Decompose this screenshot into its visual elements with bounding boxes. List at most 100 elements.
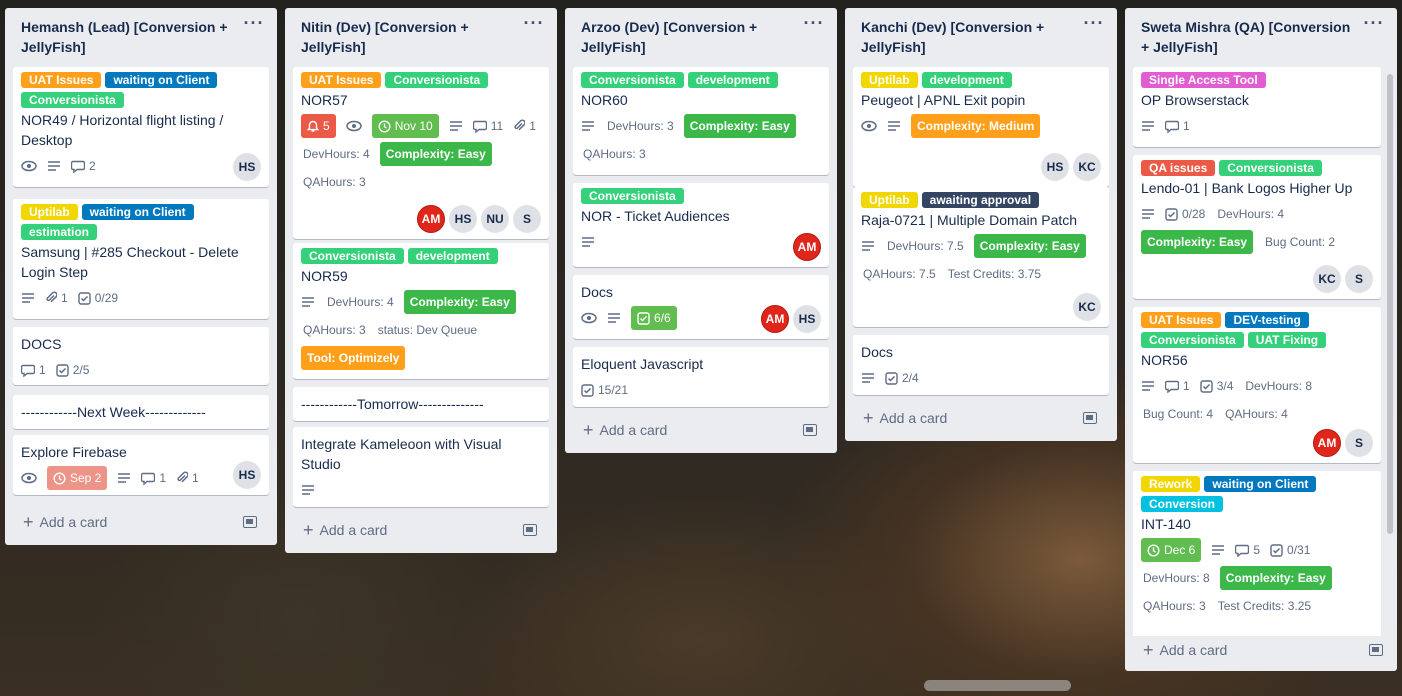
list-menu-icon[interactable]: ··· bbox=[1363, 14, 1385, 38]
checklist-badge: 0/29 bbox=[77, 286, 118, 310]
card-title: NOR60 bbox=[581, 92, 628, 108]
card-template-icon[interactable] bbox=[803, 424, 817, 436]
avatar[interactable]: AM bbox=[1313, 429, 1341, 457]
card-integrate-kameleoon[interactable]: Integrate Kameleoon with Visual Studio bbox=[293, 427, 549, 507]
list-title-text: Sweta Mishra (QA) [Conversion + JellyFis… bbox=[1141, 19, 1351, 55]
avatar[interactable]: NU bbox=[481, 205, 509, 233]
comments-badge: 11 bbox=[472, 114, 503, 138]
card-title: ------------Next Week------------- bbox=[21, 404, 206, 420]
list-menu-icon[interactable]: ··· bbox=[803, 14, 825, 38]
watching-eye-icon bbox=[21, 154, 37, 178]
card-eloquent-javascript[interactable]: Eloquent Javascript 15/21 bbox=[573, 347, 829, 407]
add-card-button[interactable]: + Add a card bbox=[1125, 636, 1397, 664]
board-horizontal-scrollbar[interactable] bbox=[924, 680, 1071, 691]
watching-eye-icon bbox=[21, 466, 37, 490]
label-uptilab: Uptilab bbox=[861, 72, 918, 88]
devhours-field: DevHours: 8 bbox=[1143, 571, 1210, 585]
watching-eye-icon bbox=[345, 114, 362, 138]
checklist-badge: 0/28 bbox=[1165, 202, 1205, 226]
list-title[interactable]: Sweta Mishra (QA) [Conversion + JellyFis… bbox=[1125, 8, 1397, 66]
list-title[interactable]: Arzoo (Dev) [Conversion + JellyFish] ··· bbox=[565, 8, 837, 66]
card-title: OP Browserstack bbox=[1141, 92, 1249, 108]
checklist-badge: 2/4 bbox=[885, 366, 919, 390]
attachment-badge: 1 bbox=[176, 466, 199, 490]
description-icon bbox=[861, 234, 875, 258]
card-nor57[interactable]: UAT Issues Conversionista NOR57 5 Nov 10… bbox=[293, 67, 549, 239]
label-single-access-tool: Single Access Tool bbox=[1141, 72, 1266, 88]
avatar[interactable]: AM bbox=[417, 205, 445, 233]
qahours-field: QAHours: 3 bbox=[303, 175, 366, 189]
add-card-button[interactable]: + Add a card bbox=[573, 416, 829, 444]
list-title-text: Hemansh (Lead) [Conversion + JellyFish] bbox=[21, 19, 228, 55]
list-arzoo: Arzoo (Dev) [Conversion + JellyFish] ··· … bbox=[565, 8, 837, 453]
card-title: DOCS bbox=[21, 336, 62, 352]
card-template-icon[interactable] bbox=[523, 524, 537, 536]
label-conversionista: Conversionista bbox=[301, 248, 404, 264]
card-nor56[interactable]: UAT Issues DEV-testing Conversionista UA… bbox=[1133, 307, 1381, 463]
status-field: status: Dev Queue bbox=[377, 323, 478, 337]
list-menu-icon[interactable]: ··· bbox=[1083, 14, 1105, 38]
avatar[interactable]: KC bbox=[1073, 293, 1101, 321]
avatar[interactable]: AM bbox=[761, 305, 789, 333]
comments-badge: 1 bbox=[141, 466, 166, 490]
avatar[interactable]: HS bbox=[233, 461, 261, 489]
devhours-field: DevHours: 4 bbox=[1217, 207, 1285, 221]
due-date-badge[interactable]: Sep 2 bbox=[47, 466, 108, 490]
checklist-badge: 3/4 bbox=[1199, 374, 1233, 398]
complexity-field: Complexity: Easy bbox=[683, 114, 796, 138]
card-title: Raja-0721 | Multiple Domain Patch bbox=[861, 212, 1078, 228]
card-template-icon[interactable] bbox=[1369, 644, 1383, 656]
avatar[interactable]: S bbox=[1345, 429, 1373, 457]
avatar[interactable]: S bbox=[513, 205, 541, 233]
due-date-badge[interactable]: Dec 6 bbox=[1141, 538, 1202, 562]
card-raja-0721[interactable]: Uptilab awaiting approval Raja-0721 | Mu… bbox=[853, 187, 1109, 327]
watching-eye-icon bbox=[861, 114, 877, 138]
card-template-icon[interactable] bbox=[1083, 412, 1097, 424]
card-explore-firebase[interactable]: Explore Firebase Sep 2 1 1 HS bbox=[13, 435, 269, 495]
card-separator-next-week[interactable]: ------------Next Week------------- bbox=[13, 395, 269, 429]
card-docs[interactable]: Docs 2/4 bbox=[853, 335, 1109, 395]
avatar[interactable]: KC bbox=[1313, 265, 1341, 293]
card-template-icon[interactable] bbox=[243, 516, 257, 528]
list-menu-icon[interactable]: ··· bbox=[243, 14, 265, 38]
list-menu-icon[interactable]: ··· bbox=[523, 14, 545, 38]
card-samsung-285[interactable]: Uptilab waiting on Client estimation Sam… bbox=[13, 199, 269, 319]
add-card-button[interactable]: + Add a card bbox=[853, 404, 1109, 432]
avatar[interactable]: KC bbox=[1073, 153, 1101, 181]
card-int-140[interactable]: Rework waiting on Client Conversion INT-… bbox=[1133, 471, 1381, 651]
add-card-button[interactable]: + Add a card bbox=[293, 516, 549, 544]
board: Hemansh (Lead) [Conversion + JellyFish] ·… bbox=[0, 0, 1402, 696]
card-title: Peugeot | APNL Exit popin bbox=[861, 92, 1026, 108]
list-title-text: Kanchi (Dev) [Conversion + JellyFish] bbox=[861, 19, 1045, 55]
avatar[interactable]: HS bbox=[449, 205, 477, 233]
avatar[interactable]: HS bbox=[233, 153, 261, 181]
description-icon bbox=[1141, 374, 1155, 398]
card-docs[interactable]: DOCS 1 2/5 bbox=[13, 327, 269, 385]
list-title-text: Nitin (Dev) [Conversion + JellyFish] bbox=[301, 19, 469, 55]
list-title[interactable]: Nitin (Dev) [Conversion + JellyFish] ··· bbox=[285, 8, 557, 66]
card-lendo-01[interactable]: QA issues Conversionista Lendo-01 | Bank… bbox=[1133, 155, 1381, 299]
add-card-button[interactable]: + Add a card bbox=[13, 508, 269, 536]
label-conversionista: Conversionista bbox=[385, 72, 489, 88]
qahours-field: QAHours: 4 bbox=[1225, 407, 1288, 421]
list-sweta: Sweta Mishra (QA) [Conversion + JellyFis… bbox=[1125, 8, 1397, 671]
plus-icon: + bbox=[1143, 640, 1154, 660]
description-icon bbox=[581, 114, 595, 138]
list-title[interactable]: Kanchi (Dev) [Conversion + JellyFish] ··· bbox=[845, 8, 1117, 66]
list-scrollbar[interactable] bbox=[1387, 74, 1393, 534]
card-nor59[interactable]: Conversionista development NOR59 DevHour… bbox=[293, 243, 549, 379]
card-separator-tomorrow[interactable]: ------------Tomorrow-------------- bbox=[293, 387, 549, 421]
due-date-badge[interactable]: Nov 10 bbox=[371, 114, 439, 138]
card-title: Samsung | #285 Checkout - Delete Login S… bbox=[21, 244, 239, 280]
card-peugeot-apnl[interactable]: Uptilab development Peugeot | APNL Exit … bbox=[853, 67, 1109, 187]
avatar[interactable]: AM bbox=[793, 233, 821, 261]
card-docs[interactable]: Docs 6/6 AM HS bbox=[573, 275, 829, 339]
card-nor-ticket-audiences[interactable]: Conversionista NOR - Ticket Audiences AM bbox=[573, 183, 829, 267]
avatar[interactable]: S bbox=[1345, 265, 1373, 293]
avatar[interactable]: HS bbox=[1041, 153, 1069, 181]
card-nor49[interactable]: UAT Issues waiting on Client Conversioni… bbox=[13, 67, 269, 187]
list-title[interactable]: Hemansh (Lead) [Conversion + JellyFish] ·… bbox=[5, 8, 277, 66]
card-op-browserstack[interactable]: Single Access Tool OP Browserstack 1 bbox=[1133, 67, 1381, 147]
avatar[interactable]: HS bbox=[793, 305, 821, 333]
card-nor60[interactable]: Conversionista development NOR60 DevHour… bbox=[573, 67, 829, 175]
